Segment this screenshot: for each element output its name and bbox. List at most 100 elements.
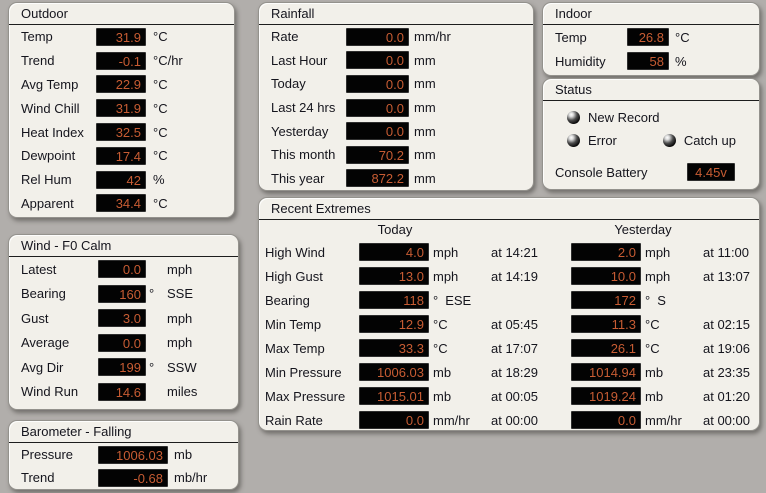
unit-label: SSE [167, 286, 194, 302]
indoor-temp-row: Temp 26.8 °C [543, 25, 759, 49]
yesterday-unit-label: °C [645, 316, 660, 332]
indoor-panel: Indoor Temp 26.8 °C Humidity 58 % [542, 2, 760, 76]
yesterday-lcd-value: 0.0 [571, 411, 641, 429]
error-led-icon [567, 134, 580, 147]
yesterday-unit-label: mb [645, 364, 664, 380]
yesterday-lcd-value: 10.0 [571, 267, 641, 285]
today-time-label: at 00:05 [491, 388, 538, 404]
yesterday-time-label: at 13:07 [703, 268, 750, 284]
field-label: Temp [555, 29, 587, 45]
today-unit-label: mm/hr [433, 412, 470, 428]
unit-label: mb [174, 447, 193, 462]
outdoor-panel: Outdoor Temp 31.9 °C Trend -0.1 °C/hr Av… [8, 2, 235, 218]
lcd-value: 17.4 [96, 146, 146, 165]
rainfall-this-year-row: This year 872.2 mm [259, 167, 533, 191]
yesterday-unit-label: mph [645, 268, 671, 284]
lcd-value: 31.9 [96, 27, 146, 46]
new-record-status-row: New Record [543, 107, 759, 128]
outdoor-heat-index-row: Heat Index 32.5 °C [9, 120, 234, 144]
field-label: Gust [21, 310, 49, 326]
unit-label: mm [414, 123, 436, 139]
unit-label: mm [414, 100, 436, 116]
field-label: Avg Temp [21, 76, 79, 92]
outdoor-panel-title: Outdoor [9, 3, 234, 25]
field-label: Rel Hum [21, 172, 72, 188]
unit-label: °C [153, 195, 168, 211]
unit-label: SSW [167, 359, 197, 375]
barometer-trend-row: Trend -0.68 mb/hr [9, 466, 238, 489]
yesterday-time-label: at 02:15 [703, 316, 750, 332]
field-label: Bearing [21, 286, 66, 302]
field-label: This month [271, 147, 336, 163]
yesterday-unit-label: ° [645, 292, 651, 308]
today-unit-label: °C [433, 340, 448, 356]
outdoor-rel-hum-row: Rel Hum 42 % [9, 168, 234, 192]
unit-label: °C [153, 76, 168, 92]
yesterday-time-label: at 00:00 [703, 412, 750, 428]
today-lcd-value: 13.0 [359, 267, 429, 285]
outdoor-temp-row: Temp 31.9 °C [9, 25, 234, 49]
unit-label: mm [414, 76, 436, 92]
today-unit-label: mb [433, 364, 452, 380]
field-label: Average [21, 335, 70, 351]
rainfall-last-hour-row: Last Hour 0.0 mm [259, 49, 533, 73]
barometer-panel: Barometer - Falling Pressure 1006.03 mb … [8, 420, 239, 490]
field-label: Pressure [21, 447, 74, 462]
unit-label: mph [167, 335, 193, 351]
unit-label: °C [153, 100, 168, 116]
console-battery-row: Console Battery 4.45v [543, 163, 759, 181]
extremes-min-pressure-row: Min Pressure 1006.03 mb at 18:29 1014.94… [259, 360, 759, 384]
unit-label: °C [153, 124, 168, 140]
outdoor-avg-temp-row: Avg Temp 22.9 °C [9, 73, 234, 97]
field-label: Min Temp [265, 316, 322, 332]
lcd-value: 1006.03 [98, 445, 168, 464]
field-label: Max Temp [265, 340, 325, 356]
yesterday-unit-label: mb [645, 388, 664, 404]
yesterday-unit-label: mm/hr [645, 412, 682, 428]
lcd-value: 872.2 [346, 169, 409, 188]
lcd-value: 0.0 [346, 98, 409, 117]
console-battery-value: 4.45v [687, 163, 735, 181]
recent-extremes-panel: Recent Extremes Today Yesterday High Win… [258, 197, 760, 431]
unit-label: mph [167, 310, 193, 326]
outdoor-apparent-row: Apparent 34.4 °C [9, 192, 234, 216]
field-label: Bearing [265, 292, 310, 308]
field-label: Today [271, 76, 306, 92]
indoor-humidity-row: Humidity 58 % [543, 49, 759, 73]
rainfall-yesterday-row: Yesterday 0.0 mm [259, 119, 533, 143]
extremes-bearing-row: Bearing 118 ° ESE 172 ° S [259, 288, 759, 312]
lcd-value: 0.0 [346, 27, 409, 46]
yesterday-lcd-value: 1014.94 [571, 363, 641, 381]
unit-label: mm [414, 170, 436, 186]
yesterday-lcd-value: 1019.24 [571, 387, 641, 405]
yesterday-direction-label: S [657, 292, 666, 308]
catch-up-label: Catch up [683, 133, 736, 148]
field-label: Last Hour [271, 52, 328, 68]
wind-bearing-row: Bearing 160 ° SSE [9, 282, 238, 307]
wind-latest-row: Latest 0.0 mph [9, 257, 238, 282]
unit-label: mb/hr [174, 470, 208, 485]
wind-panel: Wind - F0 Calm Latest 0.0 mph Bearing 16… [8, 234, 239, 410]
lcd-value: 0.0 [98, 260, 146, 279]
lcd-value: 26.8 [627, 28, 669, 46]
lcd-value: 199 [98, 358, 146, 377]
lcd-value: 34.4 [96, 194, 146, 213]
yesterday-lcd-value: 26.1 [571, 339, 641, 357]
field-label: Heat Index [21, 124, 84, 140]
today-unit-label: mb [433, 388, 452, 404]
field-label: Last 24 hrs [271, 100, 336, 116]
yesterday-time-label: at 23:35 [703, 364, 750, 380]
status-panel: Status New Record Error Catch up Console… [542, 78, 760, 190]
yesterday-time-label: at 19:06 [703, 340, 750, 356]
lcd-value: 0.0 [346, 74, 409, 93]
unit-label: miles [167, 384, 198, 400]
console-battery-label: Console Battery [555, 164, 648, 180]
lcd-value: 31.9 [96, 99, 146, 118]
unit-label: mm/hr [414, 29, 451, 45]
lcd-value: 22.9 [96, 75, 146, 94]
today-direction-label: ESE [445, 292, 472, 308]
unit-label: mm [414, 52, 436, 68]
rainfall-rate-row: Rate 0.0 mm/hr [259, 25, 533, 49]
field-label: Min Pressure [265, 364, 342, 380]
rainfall-panel: Rainfall Rate 0.0 mm/hr Last Hour 0.0 mm… [258, 2, 534, 191]
